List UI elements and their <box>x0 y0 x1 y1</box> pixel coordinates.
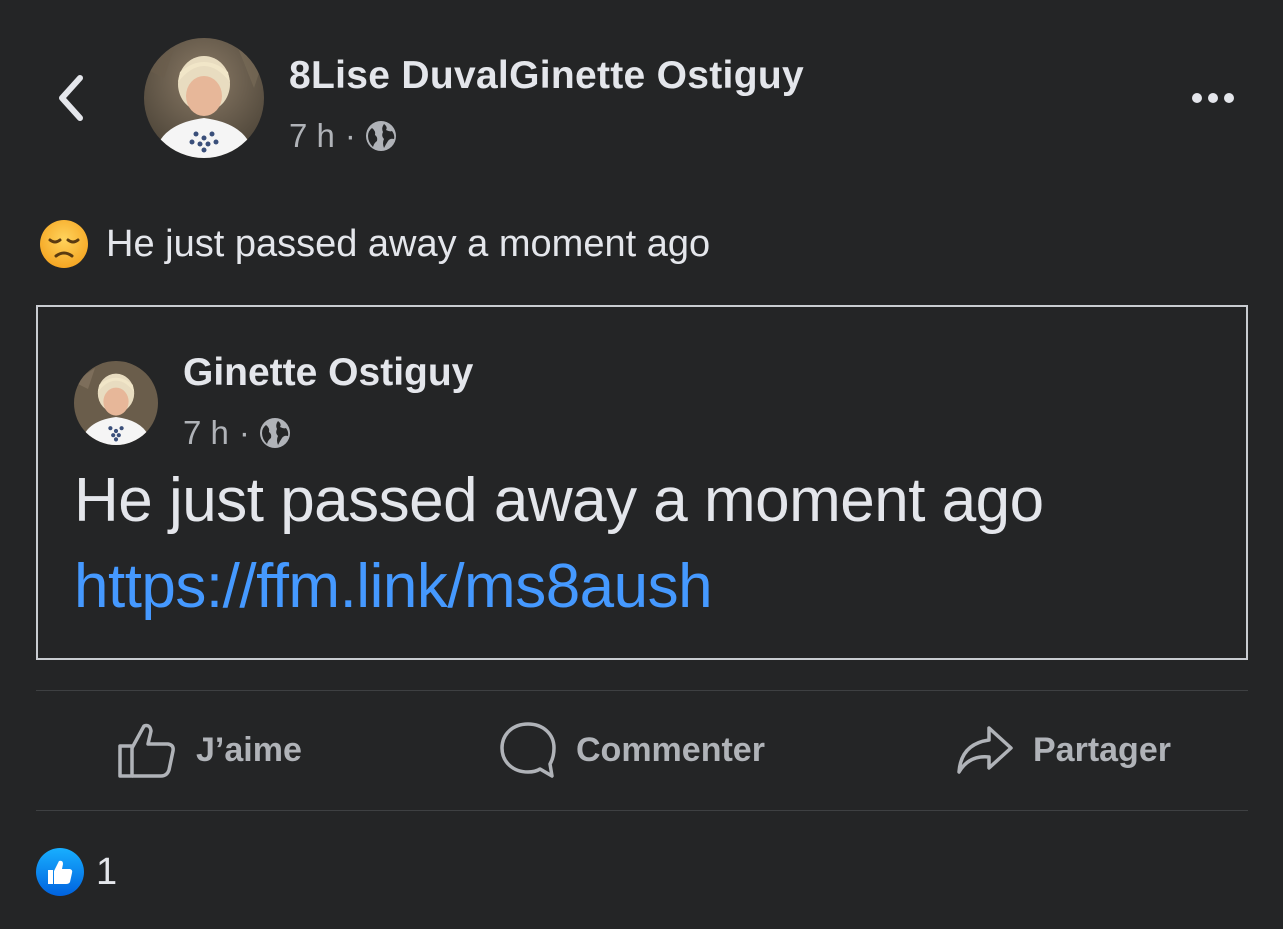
shared-post-link[interactable]: https://ffm.link/ms8aush <box>74 551 713 622</box>
comment-bubble-icon <box>500 722 556 778</box>
like-reaction-icon <box>36 848 84 896</box>
post-meta: 7 h · <box>289 114 398 158</box>
post-timestamp[interactable]: 7 h <box>289 117 335 155</box>
shared-post-text: He just passed away a moment ago <box>74 466 1044 535</box>
shared-post-timestamp[interactable]: 7 h <box>183 414 229 452</box>
author-name[interactable]: 8Lise DuvalGinette Ostiguy <box>289 54 804 98</box>
ellipsis-icon <box>1192 93 1202 103</box>
divider-bottom <box>36 810 1248 811</box>
disappointed-face-emoji <box>40 220 88 268</box>
share-arrow-icon <box>957 726 1013 774</box>
more-options-button[interactable] <box>1180 80 1246 116</box>
chevron-left-icon <box>59 75 83 121</box>
divider-top <box>36 690 1248 691</box>
reaction-count: 1 <box>96 850 118 893</box>
author-avatar[interactable] <box>144 38 264 158</box>
post-body: He just passed away a moment ago <box>38 218 710 270</box>
globe-icon <box>365 121 396 151</box>
shared-author-name[interactable]: Ginette Ostiguy <box>183 351 473 395</box>
like-button[interactable]: J’aime <box>116 712 302 788</box>
share-label: Partager <box>1033 730 1171 769</box>
meta-separator: · <box>238 414 250 451</box>
meta-separator: · <box>344 117 356 154</box>
comment-label: Commenter <box>576 730 765 769</box>
back-button[interactable] <box>48 72 94 124</box>
globe-icon <box>259 418 290 448</box>
share-button[interactable]: Partager <box>955 712 1171 788</box>
thumbs-up-icon <box>118 723 175 778</box>
shared-post-meta: 7 h · <box>183 411 292 455</box>
shared-post-card[interactable]: Ginette Ostiguy 7 h · He just passed awa… <box>36 305 1248 660</box>
shared-author-avatar[interactable] <box>74 361 158 445</box>
post-text: He just passed away a moment ago <box>106 222 711 265</box>
reactions-summary[interactable]: 1 <box>36 846 117 898</box>
comment-button[interactable]: Commenter <box>498 712 765 788</box>
like-label: J’aime <box>196 730 302 769</box>
